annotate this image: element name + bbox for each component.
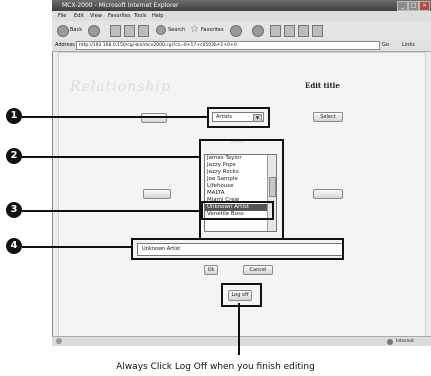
menu-file[interactable]: File xyxy=(58,11,66,21)
select-button[interactable]: Select xyxy=(313,112,343,122)
minimize-icon[interactable]: _ xyxy=(397,1,408,11)
refresh-icon[interactable] xyxy=(124,25,135,37)
mail-icon[interactable] xyxy=(270,25,281,37)
toolbar: Back Search ☆ Favorites xyxy=(52,21,431,40)
links-label[interactable]: Links xyxy=(402,39,415,51)
stop-icon[interactable] xyxy=(110,25,121,37)
callout-logoff-frame xyxy=(221,283,262,307)
messenger-icon[interactable] xyxy=(312,25,323,37)
left-blank-button[interactable] xyxy=(141,113,167,123)
callout-1-line xyxy=(22,116,208,118)
logoff-pointer-line xyxy=(238,303,240,355)
print-icon[interactable] xyxy=(284,25,295,37)
search-icon[interactable] xyxy=(156,25,166,35)
page-title: Edit title xyxy=(305,81,340,90)
page-status-icon xyxy=(56,338,62,344)
menu-help[interactable]: Help xyxy=(152,11,163,21)
status-zone: Internet xyxy=(396,339,414,344)
edit-icon[interactable] xyxy=(298,25,309,37)
cancel-button[interactable]: Cancel xyxy=(243,265,273,275)
logo: Relationship xyxy=(70,79,171,95)
callout-3-frame xyxy=(201,201,274,220)
menu-favorites[interactable]: Favorites xyxy=(108,11,131,21)
callout-4-line xyxy=(22,246,132,248)
media-icon[interactable] xyxy=(230,25,242,37)
search-button-label[interactable]: Search xyxy=(168,27,185,33)
callout-3-line xyxy=(22,210,202,212)
back-button-label[interactable]: Back xyxy=(70,27,82,33)
ok-button[interactable]: Ok xyxy=(204,265,218,275)
maximize-icon[interactable]: □ xyxy=(408,1,419,11)
status-bar: Internet xyxy=(52,336,431,346)
favorites-button-label[interactable]: Favorites xyxy=(201,27,224,33)
back-icon[interactable] xyxy=(57,25,69,37)
address-label: Address xyxy=(55,42,75,48)
menu-view[interactable]: View xyxy=(90,11,102,21)
callout-1-frame xyxy=(207,107,270,128)
callout-badge-3: 3 xyxy=(6,202,22,218)
callout-badge-4: 4 xyxy=(6,238,22,254)
menu-tools[interactable]: Tools xyxy=(134,11,146,21)
title-bar: MCX-2000 - Microsoft Internet Explorer _… xyxy=(52,0,431,11)
history-icon[interactable] xyxy=(252,25,264,37)
left-move-button[interactable] xyxy=(143,189,171,199)
favorites-star-icon[interactable]: ☆ xyxy=(190,24,199,35)
caption: Always Click Log Off when you finish edi… xyxy=(116,362,315,372)
address-input[interactable]: http://192.168.0.150/cgi-bin/mcx2000.cgi… xyxy=(76,41,380,50)
address-bar: Address http://192.168.0.150/cgi-bin/mcx… xyxy=(52,39,431,52)
internet-zone-icon xyxy=(387,339,393,345)
close-icon[interactable]: × xyxy=(419,1,430,11)
callout-badge-1: 1 xyxy=(6,108,22,124)
callout-2-frame xyxy=(199,139,284,240)
go-button[interactable]: Go xyxy=(382,39,389,51)
callout-badge-2: 2 xyxy=(6,148,22,164)
menu-edit[interactable]: Edit xyxy=(74,11,84,21)
home-icon[interactable] xyxy=(138,25,149,37)
window-title: MCX-2000 - Microsoft Internet Explorer xyxy=(62,2,179,9)
callout-2-line xyxy=(22,156,200,158)
forward-icon[interactable] xyxy=(88,25,100,37)
callout-4-frame xyxy=(131,238,344,260)
right-move-button[interactable] xyxy=(313,189,343,199)
